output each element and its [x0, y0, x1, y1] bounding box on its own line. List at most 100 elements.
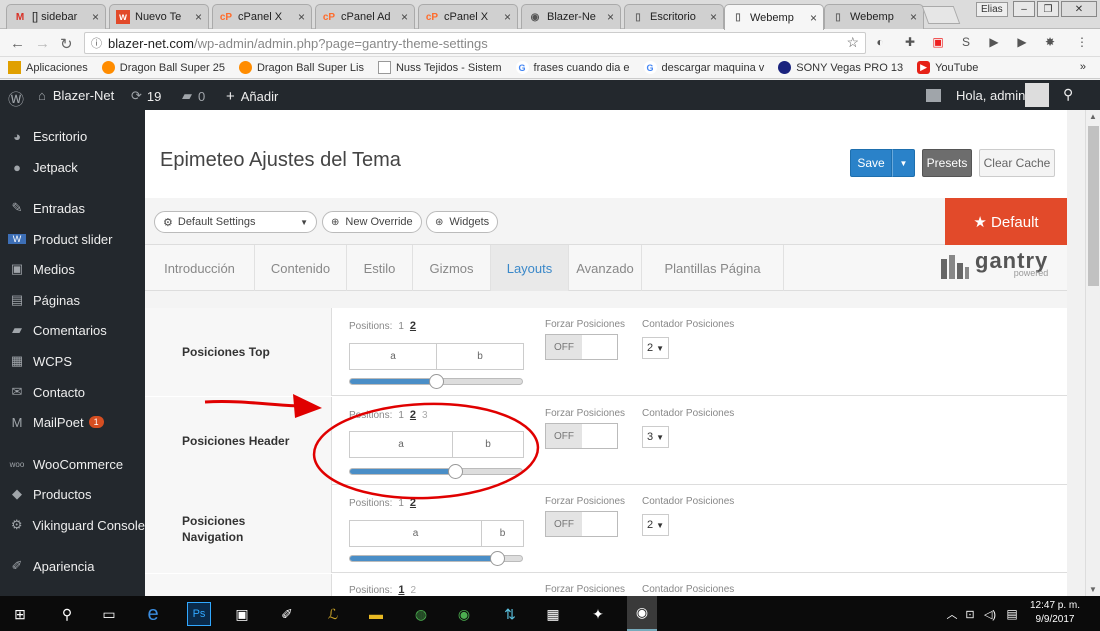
window-close-icon[interactable]: ✕ [1061, 1, 1097, 17]
reload-icon[interactable]: ↻ [60, 35, 73, 53]
position-option-1[interactable]: 1 [398, 498, 404, 509]
minimize-icon[interactable]: – [1013, 1, 1035, 17]
calculator-icon[interactable]: ▦ [541, 602, 565, 626]
bookmarks-overflow-icon[interactable]: » [1080, 61, 1086, 73]
network-icon[interactable]: ⇅ [498, 602, 522, 626]
tab-estilo[interactable]: Estilo [347, 245, 413, 291]
extension-spark-icon[interactable]: ✸ [1042, 35, 1058, 49]
wordpress-logo-icon[interactable]: Ⓦ [8, 86, 24, 110]
url-input[interactable]: ⓘ blazer-net.com/wp-admin/admin.php?page… [84, 32, 866, 54]
position-option-1[interactable]: 1 [398, 321, 404, 332]
position-slider[interactable] [349, 551, 523, 566]
position-slider[interactable] [349, 374, 523, 389]
position-option-2[interactable]: 2 [410, 585, 416, 596]
admin-bar-add[interactable]: + Añadir [226, 88, 278, 105]
extension-video-icon[interactable]: ▣ [930, 35, 946, 49]
app-icon[interactable]: ✦ [586, 602, 610, 626]
close-icon[interactable]: × [710, 10, 717, 24]
forward-icon[interactable]: → [35, 35, 50, 52]
chrome-active-icon[interactable]: ◉ [627, 596, 657, 631]
extension-puzzle-icon[interactable]: ✚ [902, 35, 918, 49]
slider-handle[interactable] [490, 551, 505, 566]
store-icon[interactable]: ▣ [230, 602, 254, 626]
force-positions-toggle[interactable]: OFF [545, 423, 618, 449]
sidebar-item-entradas[interactable]: ✎ Entradas [0, 193, 145, 223]
edge-icon[interactable]: e [141, 602, 165, 626]
widgets-button[interactable]: ⊛ Widgets [426, 211, 499, 233]
bookmark-item[interactable]: Dragon Ball Super 25 [101, 61, 225, 74]
counter-positions-select[interactable]: 2 ▼ [642, 337, 669, 359]
new-override-button[interactable]: ⊕ New Override [322, 211, 422, 233]
bookmark-item[interactable]: Gfrases cuando dia e [515, 61, 630, 74]
browser-tab-5[interactable]: ◉ Blazer-Ne × [521, 4, 621, 29]
scrollbar-thumb[interactable] [1088, 126, 1099, 286]
new-tab-button[interactable] [921, 6, 961, 24]
sidebar-item-woocommerce[interactable]: woo WooCommerce [0, 449, 145, 479]
tab-avanzado[interactable]: Avanzado [569, 245, 642, 291]
close-icon[interactable]: × [910, 10, 917, 24]
chrome-icon[interactable]: ◉ [452, 602, 476, 626]
folder-icon[interactable]: ▬ [364, 602, 388, 626]
maximize-icon[interactable]: ❐ [1037, 1, 1059, 17]
browser-tab-8[interactable]: ▯ Webemp × [824, 4, 924, 29]
extension-contrast-icon[interactable]: ◐ [872, 35, 888, 49]
default-settings-select[interactable]: ⚙ Default Settings ▼ [154, 211, 317, 233]
bookmark-item[interactable]: ▶ YouTube [917, 61, 978, 74]
position-option-1[interactable]: 1 [398, 584, 404, 596]
force-positions-toggle[interactable]: OFF [545, 511, 618, 537]
browser-tab-1[interactable]: w Nuevo Te × [109, 4, 209, 29]
tray-volume-icon[interactable]: ◁) [978, 602, 1002, 626]
counter-positions-select[interactable]: 3 ▼ [642, 426, 669, 448]
search-icon[interactable]: ⚲ [1063, 86, 1073, 103]
menu-icon[interactable]: ⋮ [1074, 35, 1090, 49]
default-override-badge[interactable]: ★ Default [945, 198, 1067, 245]
taskbar-clock[interactable]: 12:47 p. m. 9/9/2017 [1030, 599, 1080, 627]
close-icon[interactable]: × [401, 10, 408, 24]
close-icon[interactable]: × [92, 10, 99, 24]
windows-start-icon[interactable]: ⊞ [8, 602, 32, 626]
browser-tab-4[interactable]: cP cPanel X × [418, 4, 518, 29]
sidebar-item-productos[interactable]: ◆ Productos [0, 479, 145, 509]
sidebar-item-jetpack[interactable]: ● Jetpack [0, 152, 145, 182]
tab-layouts[interactable]: Layouts [491, 245, 569, 291]
screen-options-icon[interactable] [926, 89, 941, 102]
browser-tab-0[interactable]: M[] sidebar × [6, 4, 106, 29]
admin-bar-comments[interactable]: ▰ 0 [182, 88, 205, 104]
position-option-1[interactable]: 1 [398, 410, 404, 421]
presets-button[interactable]: Presets [922, 149, 972, 177]
xbox-icon[interactable]: ◍ [409, 602, 433, 626]
save-button[interactable]: Save [850, 149, 892, 177]
sidebar-item-product-slider[interactable]: W Product slider [0, 224, 145, 254]
close-icon[interactable]: × [298, 10, 305, 24]
position-option-2[interactable]: 2 [410, 320, 416, 332]
tray-notification-icon[interactable]: ▤ [1000, 602, 1024, 626]
browser-tab-6[interactable]: ▯ Escritorio × [624, 4, 724, 29]
search-icon[interactable]: ⚲ [55, 602, 79, 626]
bookmark-star-icon[interactable]: ☆ [846, 34, 859, 51]
browser-tab-3[interactable]: cP cPanel Ad × [315, 4, 415, 29]
sidebar-item-medios[interactable]: ▣ Medios [0, 254, 145, 284]
bookmark-item[interactable]: Dragon Ball Super Lis [238, 61, 364, 74]
save-dropdown-icon[interactable]: ▼ [892, 149, 915, 177]
admin-bar-updates[interactable]: ⟳ 19 [131, 88, 161, 104]
back-icon[interactable]: ← [10, 35, 25, 52]
clear-cache-button[interactable]: Clear Cache [979, 149, 1055, 177]
sidebar-item-wcps[interactable]: ▦ WCPS [0, 346, 145, 376]
close-icon[interactable]: × [810, 11, 817, 25]
bookmark-item[interactable]: Gdescargar maquina v [643, 61, 764, 74]
position-option-2[interactable]: 2 [410, 409, 416, 421]
tab-plantillas-pagina[interactable]: Plantillas Página [642, 245, 784, 291]
counter-positions-select[interactable]: 2 ▼ [642, 514, 669, 536]
browser-tab-7[interactable]: ▯ Webemp × [724, 4, 824, 30]
tab-gizmos[interactable]: Gizmos [413, 245, 491, 291]
sidebar-item-escritorio[interactable]: ◕ Escritorio [0, 121, 145, 151]
sidebar-item-vikinguard[interactable]: ⚙ Vikinguard Console [0, 510, 145, 540]
task-view-icon[interactable]: ▭ [97, 602, 121, 626]
bookmark-item[interactable]: Nuss Tejidos - Sistem [377, 61, 502, 74]
position-slider[interactable] [349, 464, 523, 479]
extension-play2-icon[interactable]: ▶ [1014, 35, 1030, 49]
close-icon[interactable]: × [195, 10, 202, 24]
sidebar-item-apariencia[interactable]: ✐ Apariencia [0, 551, 145, 581]
position-option-3[interactable]: 3 [422, 410, 428, 421]
browser-tab-2[interactable]: cP cPanel X × [212, 4, 312, 29]
